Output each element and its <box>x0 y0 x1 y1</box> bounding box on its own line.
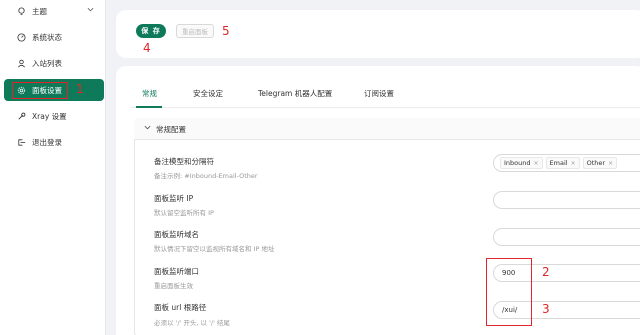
tab-subscription[interactable]: 订阅设置 <box>364 88 394 99</box>
tab-general[interactable]: 常规 <box>142 88 157 99</box>
remark-model-select[interactable]: Inbound × Email × Other × <box>493 154 640 172</box>
setting-desc-remark: 备注示例: #Inbound-Email-Other <box>154 172 258 180</box>
listen-ip-input[interactable] <box>493 191 640 209</box>
tab-telegram[interactable]: Telegram 机器人配置 <box>258 88 332 99</box>
close-icon[interactable]: × <box>534 160 539 167</box>
tab-security[interactable]: 安全设定 <box>193 88 223 99</box>
listen-domain-input[interactable] <box>493 228 640 246</box>
annotation-label-1: 1 <box>76 82 84 96</box>
restart-panel-button[interactable]: 重启面板 <box>176 24 214 38</box>
chevron-down-icon[interactable] <box>87 6 94 15</box>
setting-desc-port: 重启面板生效 <box>154 282 193 290</box>
annotation-box-1 <box>12 82 68 99</box>
logout-icon <box>14 138 28 147</box>
setting-label-listen-domain: 面板监听域名 <box>154 230 199 239</box>
user-icon <box>14 59 28 68</box>
sidebar: 主题 系统状态 入站列表 面板设置 Xray 设置 退出登录 <box>0 0 106 335</box>
chevron-down-icon[interactable] <box>144 124 151 133</box>
wrench-icon <box>14 112 28 121</box>
tag-inbound: Inbound × <box>500 157 543 169</box>
tab-active-indicator <box>136 106 162 108</box>
tag-other: Other × <box>582 157 618 169</box>
section-header[interactable] <box>134 118 640 140</box>
sidebar-item-label: 系统状态 <box>32 32 62 42</box>
setting-desc-listen-domain: 默认情况下留空以监视所有域名和 IP 地址 <box>154 245 275 253</box>
annotation-label-3: 3 <box>542 302 550 316</box>
setting-desc-base-path: 必须以 '/' 开头, 以 '/' 结尾 <box>154 319 230 327</box>
bulb-icon <box>14 6 28 16</box>
sidebar-item-label: 主题 <box>32 6 47 16</box>
annotation-label-2: 2 <box>542 265 550 279</box>
setting-label-port: 面板监听端口 <box>154 267 199 276</box>
close-icon[interactable]: × <box>571 160 576 167</box>
dashboard-icon <box>14 32 28 42</box>
setting-label-remark: 备注模型和分隔符 <box>154 157 214 166</box>
setting-desc-listen-ip: 默认留空监听所有 IP <box>154 209 214 217</box>
setting-label-listen-ip: 面板监听 IP <box>154 194 194 203</box>
sidebar-item-xray[interactable]: Xray 设置 <box>4 105 104 127</box>
sidebar-item-label: Xray 设置 <box>32 111 67 121</box>
tag-email: Email × <box>545 157 580 169</box>
sidebar-item-label: 退出登录 <box>32 137 62 147</box>
annotation-label-4: 4 <box>143 41 151 55</box>
annotation-box-2-3 <box>486 258 532 326</box>
section-title: 常规配置 <box>156 125 186 134</box>
sidebar-item-theme[interactable]: 主题 <box>4 0 104 22</box>
tabs-divider <box>130 107 640 108</box>
sidebar-item-status[interactable]: 系统状态 <box>4 26 104 48</box>
sidebar-item-logout[interactable]: 退出登录 <box>4 131 104 153</box>
sidebar-item-inbounds[interactable]: 入站列表 <box>4 52 104 74</box>
annotation-label-5: 5 <box>222 24 230 38</box>
close-icon[interactable]: × <box>608 160 613 167</box>
setting-label-base-path: 面板 url 根路径 <box>154 303 207 312</box>
sidebar-item-label: 入站列表 <box>32 58 62 68</box>
save-button[interactable]: 保 存 <box>136 24 166 38</box>
